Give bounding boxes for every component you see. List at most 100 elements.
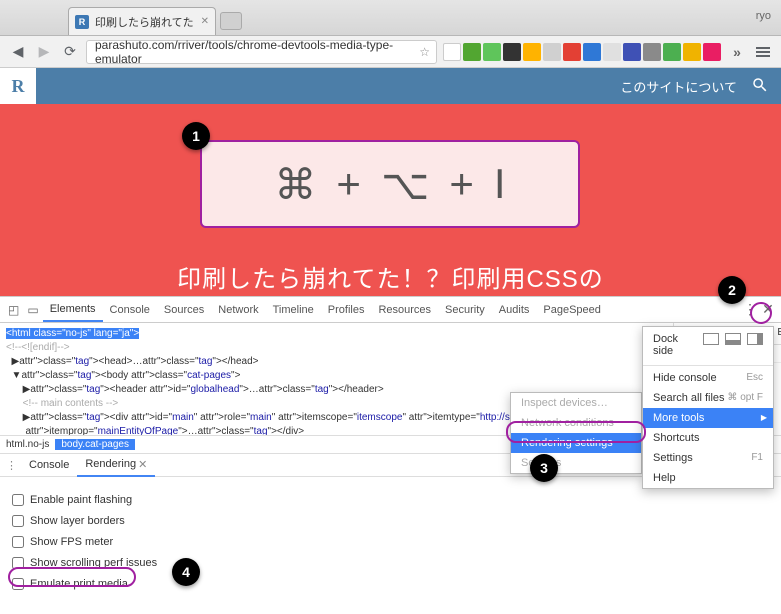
- annotation-badge-4: 4: [172, 558, 200, 586]
- rendering-option[interactable]: Emulate print media: [12, 578, 769, 590]
- drawer-tab-console[interactable]: Console: [21, 454, 77, 477]
- address-bar[interactable]: parashuto.com/rriver/tools/chrome-devtoo…: [86, 40, 437, 64]
- bookmark-icon[interactable]: ☆: [419, 45, 430, 59]
- annotation-shortcut: ⌘ + ⌥ + I: [200, 140, 580, 228]
- menu-item[interactable]: SettingsF1: [643, 448, 773, 468]
- devtools-menu-button[interactable]: ⋮: [741, 301, 759, 318]
- chrome-menu-button[interactable]: [753, 42, 773, 62]
- dock-bottom-icon[interactable]: [725, 333, 741, 345]
- site-header: R このサイトについて: [0, 68, 781, 104]
- devtools-close-button[interactable]: ✕: [759, 301, 777, 318]
- menu-item: Network conditions: [511, 413, 641, 433]
- drawer-menu-icon[interactable]: ⋮: [6, 459, 17, 472]
- dock-popout-icon[interactable]: [703, 333, 719, 345]
- forward-button[interactable]: ▶: [34, 42, 54, 62]
- more-tools-submenu[interactable]: Inspect devices…Network conditionsRender…: [510, 392, 642, 474]
- devtools-tab-security[interactable]: Security: [438, 297, 492, 322]
- inspect-element-icon[interactable]: ◰: [8, 303, 19, 317]
- devtools-tab-console[interactable]: Console: [103, 297, 157, 322]
- devtools-tab-timeline[interactable]: Timeline: [266, 297, 321, 322]
- menu-item[interactable]: Shortcuts: [643, 428, 773, 448]
- key-glyph: +: [336, 160, 361, 208]
- devtools-tab-pagespeed[interactable]: PageSpeed: [536, 297, 608, 322]
- devtools-tab-elements[interactable]: Elements: [43, 297, 103, 322]
- devtools-tab-sources[interactable]: Sources: [157, 297, 211, 322]
- dom-line[interactable]: <html class="no-js" lang="ja">: [6, 327, 667, 341]
- devtools-tab-row: ◰ ▭ ElementsConsoleSourcesNetworkTimelin…: [0, 297, 781, 323]
- rendering-option[interactable]: Show layer borders: [12, 515, 769, 527]
- checkbox[interactable]: [12, 557, 24, 569]
- devtools-main-menu[interactable]: Dock side Hide consoleEscSearch all file…: [642, 326, 774, 489]
- annotation-badge-2: 2: [718, 276, 746, 304]
- close-icon[interactable]: ✕: [138, 458, 147, 471]
- checkbox[interactable]: [12, 515, 24, 527]
- option-label: Show layer borders: [30, 515, 125, 527]
- breadcrumb-item[interactable]: html.no-js: [0, 439, 55, 450]
- menu-item[interactable]: More tools: [643, 408, 773, 428]
- dom-line[interactable]: <!--<![endif]-->: [6, 341, 667, 355]
- dock-right-icon[interactable]: [747, 333, 763, 345]
- option-label: Enable paint flashing: [30, 494, 132, 506]
- page-title: 印刷したら崩れてた！？印刷用CSSの: [177, 259, 604, 294]
- close-icon[interactable]: ✕: [201, 16, 209, 27]
- profile-label[interactable]: ryo: [756, 10, 771, 22]
- site-logo[interactable]: R: [0, 68, 36, 104]
- ext-icon[interactable]: [523, 43, 541, 61]
- ext-icon[interactable]: [583, 43, 601, 61]
- option-label: Show FPS meter: [30, 536, 113, 548]
- menu-item[interactable]: Hide consoleEsc: [643, 368, 773, 388]
- checkbox[interactable]: [12, 578, 24, 590]
- key-glyph: ⌥: [381, 160, 429, 209]
- ext-icon[interactable]: [703, 43, 721, 61]
- devtools-tab-resources[interactable]: Resources: [371, 297, 438, 322]
- about-link[interactable]: このサイトについて: [620, 77, 737, 96]
- rendering-option[interactable]: Enable paint flashing: [12, 494, 769, 506]
- new-tab-button[interactable]: [220, 12, 242, 30]
- devtools-tab-profiles[interactable]: Profiles: [321, 297, 372, 322]
- rendering-option[interactable]: Show scrolling perf issues: [12, 557, 769, 569]
- extensions-overflow-button[interactable]: »: [727, 42, 747, 62]
- ext-icon[interactable]: [683, 43, 701, 61]
- ext-icon[interactable]: [443, 43, 461, 61]
- browser-tab[interactable]: R 印刷したら崩れてた！？印刷 ✕: [68, 7, 216, 35]
- checkbox[interactable]: [12, 494, 24, 506]
- option-label: Show scrolling perf issues: [30, 557, 157, 569]
- rendering-option[interactable]: Show FPS meter: [12, 536, 769, 548]
- annotation-badge-1: 1: [182, 122, 210, 150]
- annotation-badge-3: 3: [530, 454, 558, 482]
- menu-item[interactable]: Search all files⌘ opt F: [643, 388, 773, 408]
- ext-icon[interactable]: [643, 43, 661, 61]
- back-button[interactable]: ◀: [8, 42, 28, 62]
- device-mode-icon[interactable]: ▭: [27, 303, 38, 317]
- breadcrumb-item[interactable]: body.cat-pages: [55, 439, 135, 450]
- menu-item[interactable]: Rendering settings: [511, 433, 641, 453]
- rendering-drawer: Enable paint flashing Show layer borders S…: [0, 477, 781, 607]
- ext-icon[interactable]: [463, 43, 481, 61]
- key-glyph: +: [449, 160, 474, 208]
- search-icon[interactable]: [751, 76, 769, 97]
- dock-side-label: Dock side: [653, 333, 697, 357]
- ext-icon[interactable]: [623, 43, 641, 61]
- dom-line[interactable]: ▼attr">class="tag"><body attr">class="ca…: [6, 369, 667, 383]
- ext-icon[interactable]: [603, 43, 621, 61]
- drawer-tab-rendering[interactable]: Rendering✕: [77, 454, 155, 477]
- dock-side-row: Dock side: [643, 327, 773, 363]
- favicon-icon: R: [75, 15, 89, 29]
- option-label: Emulate print media: [30, 578, 128, 590]
- key-glyph: I: [494, 160, 506, 208]
- checkbox[interactable]: [12, 536, 24, 548]
- reload-button[interactable]: ⟳: [60, 42, 80, 62]
- browser-toolbar: ◀ ▶ ⟳ parashuto.com/rriver/tools/chrome-…: [0, 36, 781, 68]
- ext-icon[interactable]: [563, 43, 581, 61]
- ext-icon[interactable]: [663, 43, 681, 61]
- devtools-tab-network[interactable]: Network: [211, 297, 265, 322]
- devtools-tab-audits[interactable]: Audits: [492, 297, 537, 322]
- ext-icon[interactable]: [543, 43, 561, 61]
- browser-tab-bar: R 印刷したら崩れてた！？印刷 ✕ ryo: [0, 0, 781, 36]
- dom-line[interactable]: ▶attr">class="tag"><head>…attr">class="t…: [6, 355, 667, 369]
- menu-item: Inspect devices…: [511, 393, 641, 413]
- menu-item[interactable]: Help: [643, 468, 773, 488]
- ext-icon[interactable]: [483, 43, 501, 61]
- key-glyph: ⌘: [274, 160, 316, 209]
- ext-icon[interactable]: [503, 43, 521, 61]
